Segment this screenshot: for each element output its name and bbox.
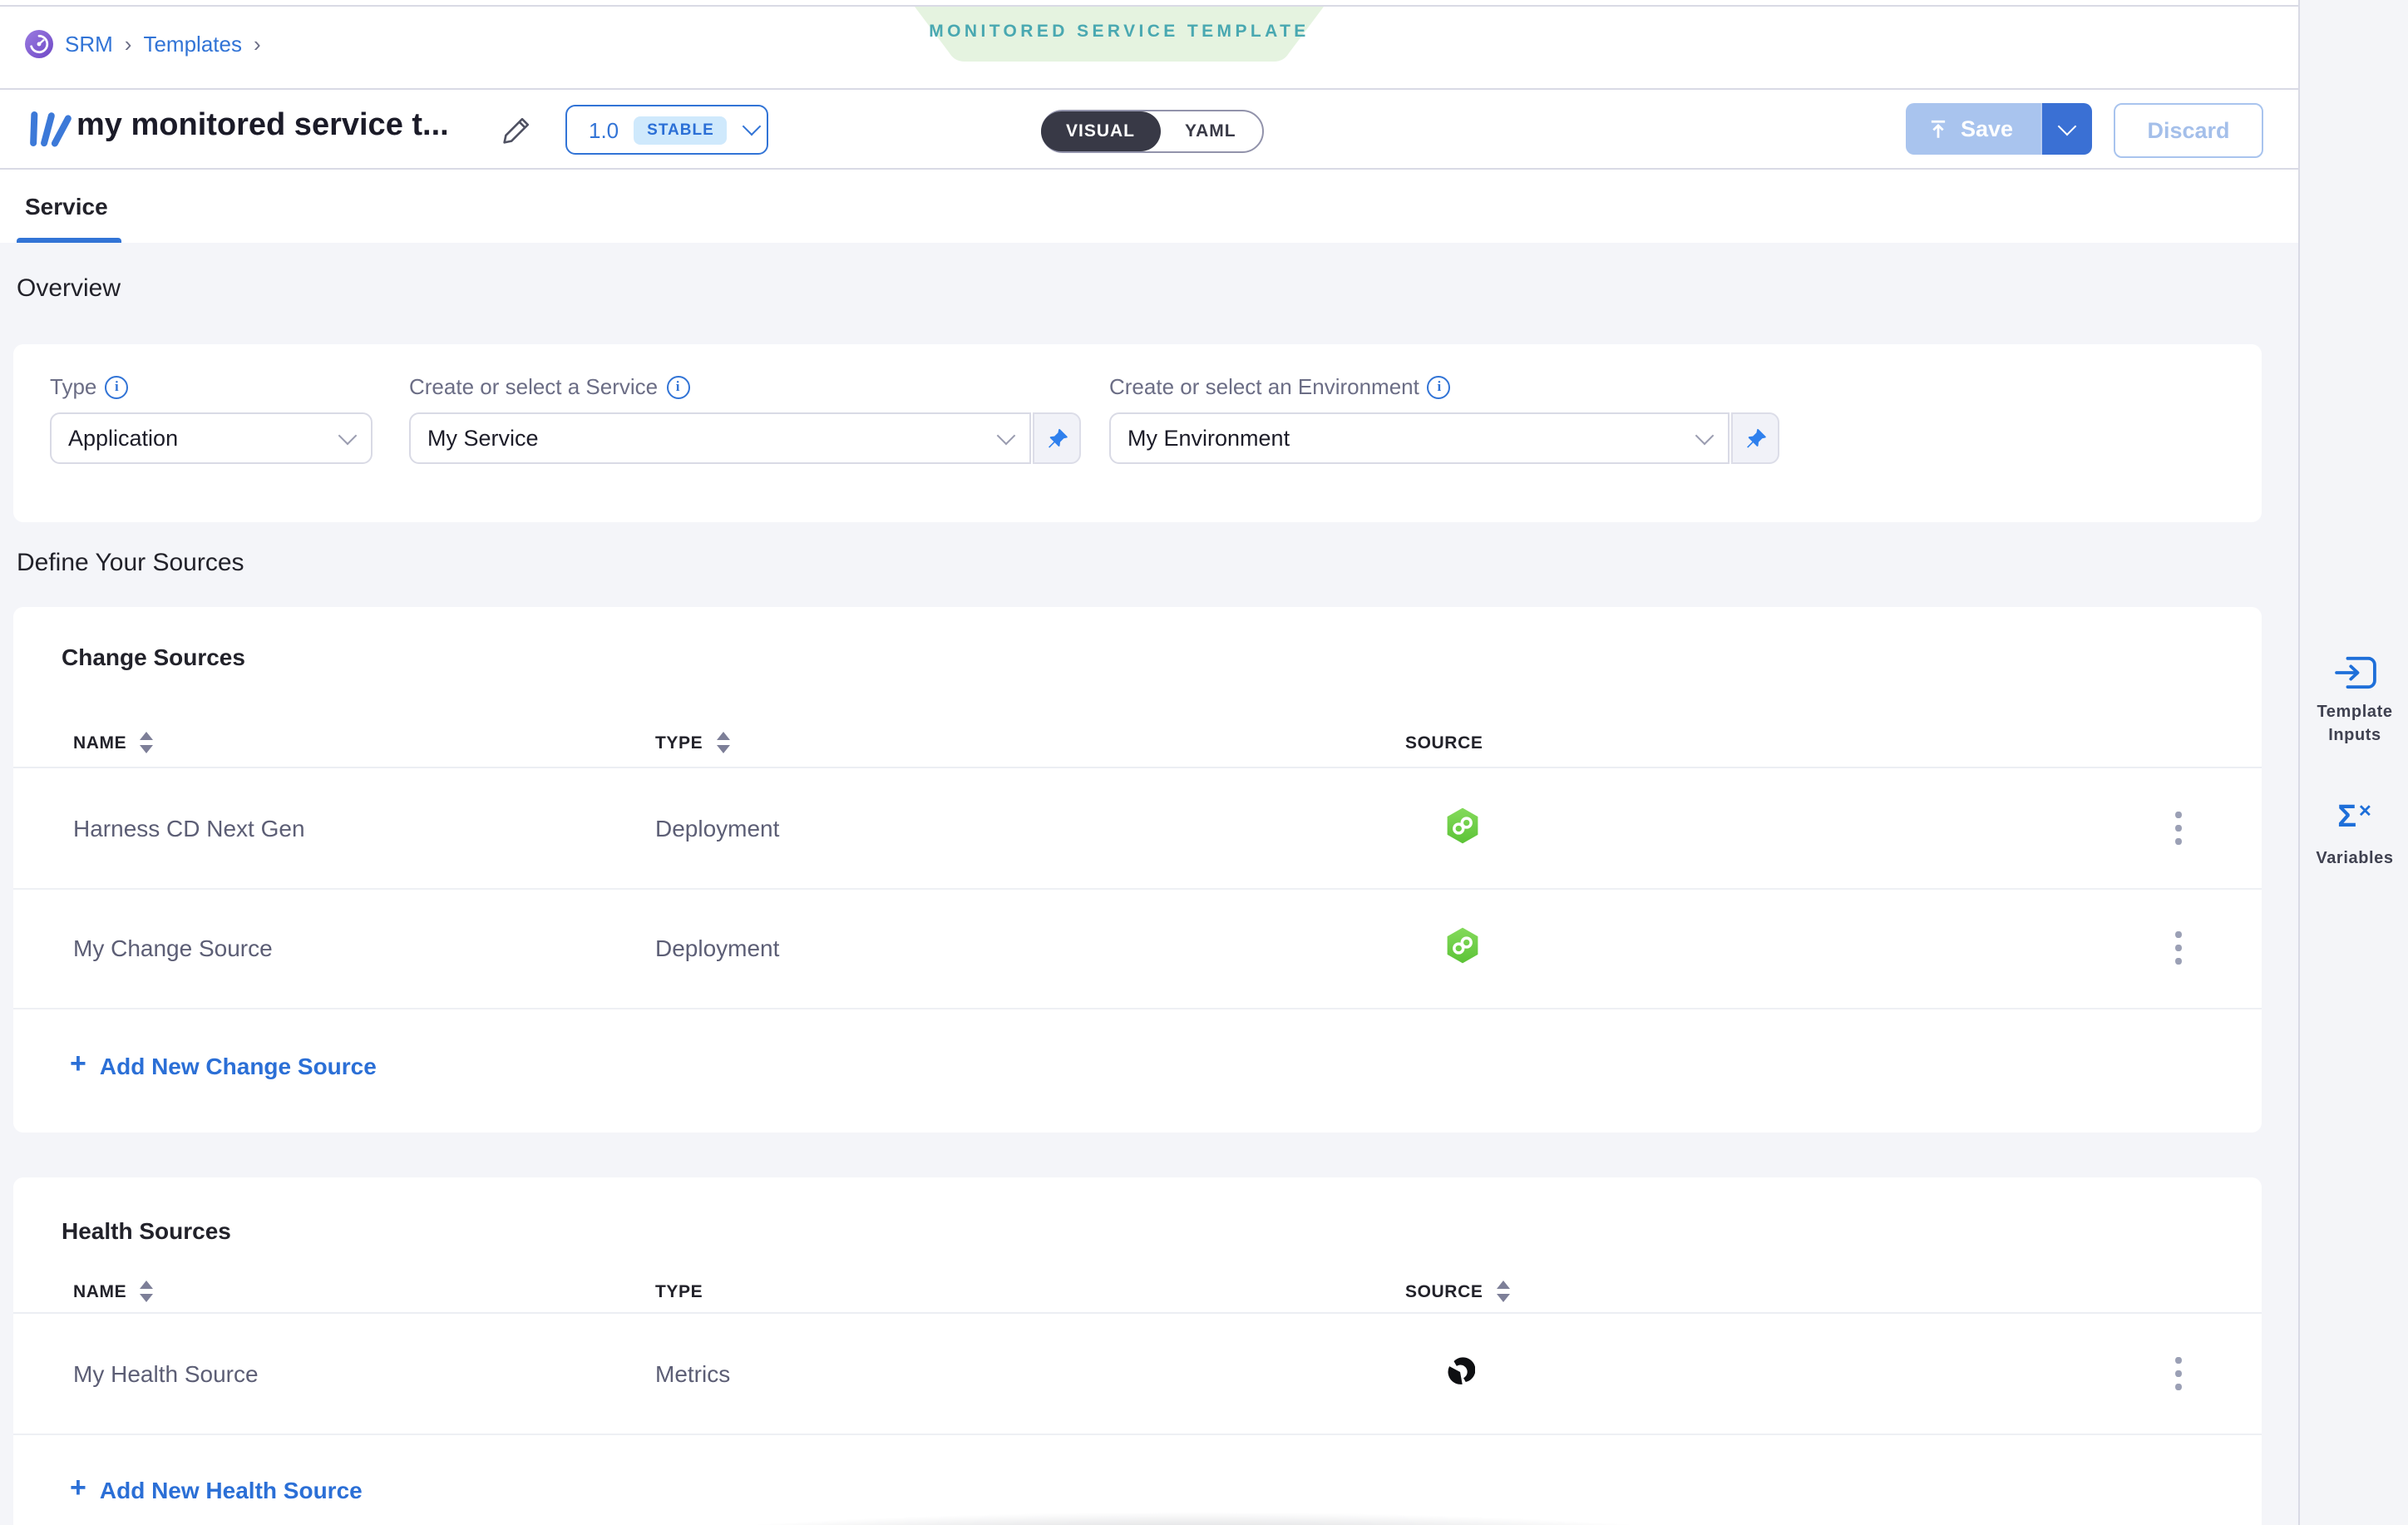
- row-menu-button[interactable]: [2169, 1350, 2188, 1398]
- change-sources-title: Change Sources: [62, 644, 245, 670]
- define-sources-heading: Define Your Sources: [17, 549, 244, 577]
- breadcrumb-separator: ›: [125, 32, 132, 57]
- row-menu-button[interactable]: [2169, 925, 2188, 972]
- change-source-name: My Change Source: [13, 935, 655, 961]
- change-source-row[interactable]: Harness CD Next Gen Deployment: [13, 768, 2262, 890]
- edit-pencil-icon[interactable]: [499, 111, 535, 148]
- template-inputs-label: Template Inputs: [2300, 702, 2408, 747]
- health-sources-card: Health Sources NAME TYPE SOURCE My Healt…: [13, 1177, 2262, 1525]
- page-title: my monitored service t...: [76, 108, 449, 145]
- chevron-down-icon: [997, 427, 1016, 446]
- change-source-row[interactable]: My Change Source Deployment: [13, 888, 2262, 1009]
- info-icon[interactable]: i: [666, 375, 689, 398]
- chevron-down-icon: [2057, 117, 2076, 136]
- environment-label: Create or select an Environment i: [1109, 374, 1779, 399]
- version-number: 1.0: [589, 117, 619, 142]
- change-sources-card: Change Sources NAME TYPE SOURCE Harness …: [13, 607, 2262, 1133]
- environment-select[interactable]: My Environment: [1109, 412, 1730, 464]
- row-menu-button[interactable]: [2169, 805, 2188, 852]
- service-label: Create or select a Service i: [409, 374, 1081, 399]
- template-inputs-button[interactable]: Template Inputs: [2300, 655, 2408, 747]
- change-source-type: Deployment: [655, 935, 1405, 961]
- title-bar: my monitored service t... 1.0 STABLE VIS…: [0, 90, 2298, 170]
- visual-yaml-toggle: VISUAL YAML: [1041, 110, 1265, 153]
- plus-icon: +: [70, 1048, 86, 1081]
- save-options-button[interactable]: [2040, 103, 2091, 155]
- environment-select-value: My Environment: [1128, 426, 1698, 451]
- info-icon[interactable]: i: [105, 375, 128, 398]
- content-area: Overview Type i Application Create or se…: [0, 243, 2298, 1525]
- column-header-type[interactable]: TYPE: [655, 1281, 703, 1301]
- version-selector[interactable]: 1.0 STABLE: [565, 105, 768, 155]
- save-split-button: Save: [1906, 103, 2091, 155]
- version-stable-badge: STABLE: [634, 116, 728, 144]
- add-change-source-button[interactable]: + Add New Change Source: [70, 1049, 377, 1081]
- health-source-name: My Health Source: [13, 1360, 655, 1387]
- health-sources-title: Health Sources: [62, 1217, 231, 1244]
- sort-icon[interactable]: [716, 733, 729, 753]
- health-source-type: Metrics: [655, 1360, 1405, 1387]
- upload-arrow-icon: [1927, 117, 1949, 141]
- sort-icon[interactable]: [140, 733, 153, 753]
- pin-icon: [1744, 427, 1767, 450]
- info-icon[interactable]: i: [1428, 375, 1451, 398]
- environment-pin-button[interactable]: [1731, 412, 1779, 464]
- change-sources-header: NAME TYPE SOURCE: [13, 718, 2262, 768]
- column-header-name[interactable]: NAME: [73, 1281, 126, 1301]
- right-rail: Template Inputs Σ✕ Variables: [2298, 0, 2408, 1525]
- sigma-x-icon: Σ✕: [2337, 800, 2372, 837]
- toggle-yaml[interactable]: YAML: [1157, 111, 1265, 151]
- chevron-down-icon: [1695, 427, 1715, 446]
- type-select-value: Application: [68, 426, 341, 451]
- column-header-type[interactable]: TYPE: [655, 733, 703, 753]
- template-inputs-icon: [2334, 655, 2376, 690]
- type-select[interactable]: Application: [50, 412, 373, 464]
- chevron-down-icon: [338, 427, 358, 446]
- harness-cd-hexagon-icon: [1445, 926, 1480, 970]
- breadcrumb: SRM › Templates ›: [25, 0, 261, 88]
- type-label: Type i: [50, 374, 373, 399]
- plus-icon: +: [70, 1472, 86, 1505]
- column-header-source[interactable]: SOURCE: [1405, 733, 1483, 753]
- service-pin-button[interactable]: [1033, 412, 1081, 464]
- add-health-source-button[interactable]: + Add New Health Source: [70, 1473, 363, 1505]
- health-sources-header: NAME TYPE SOURCE: [13, 1271, 2262, 1314]
- tab-service[interactable]: Service: [25, 170, 108, 243]
- monitored-service-template-page: SRM › Templates › MONITORED SERVICE TEMP…: [0, 0, 2408, 1525]
- service-select-value: My Service: [427, 426, 999, 451]
- chevron-down-icon: [743, 117, 762, 136]
- breadcrumb-separator: ›: [254, 32, 261, 57]
- change-source-type: Deployment: [655, 815, 1405, 841]
- srm-logo-icon: [25, 30, 53, 58]
- template-library-icon: [25, 108, 68, 148]
- tab-bar: Service: [0, 170, 2298, 243]
- pin-icon: [1045, 427, 1068, 450]
- variables-label: Variables: [2316, 848, 2393, 871]
- breadcrumb-link-srm[interactable]: SRM: [65, 32, 113, 57]
- appdynamics-icon: [1445, 1356, 1475, 1391]
- health-source-row[interactable]: My Health Source Metrics: [13, 1314, 2262, 1435]
- breadcrumb-link-templates[interactable]: Templates: [143, 32, 242, 57]
- sort-icon[interactable]: [1496, 1281, 1509, 1302]
- overview-card: Type i Application Create or select a Se…: [13, 344, 2262, 522]
- save-button[interactable]: Save: [1906, 103, 2040, 155]
- overview-heading: Overview: [17, 274, 121, 303]
- change-source-name: Harness CD Next Gen: [13, 815, 655, 841]
- variables-button[interactable]: Σ✕ Variables: [2300, 800, 2408, 871]
- column-header-source[interactable]: SOURCE: [1405, 1281, 1483, 1301]
- service-select[interactable]: My Service: [409, 412, 1031, 464]
- entity-type-banner-label: MONITORED SERVICE TEMPLATE: [915, 7, 1324, 55]
- column-header-name[interactable]: NAME: [73, 733, 126, 753]
- entity-type-banner: MONITORED SERVICE TEMPLATE: [915, 7, 1324, 62]
- toggle-visual[interactable]: VISUAL: [1041, 111, 1160, 151]
- harness-cd-hexagon-icon: [1445, 807, 1480, 850]
- discard-button[interactable]: Discard: [2114, 103, 2263, 158]
- sort-icon[interactable]: [140, 1281, 153, 1302]
